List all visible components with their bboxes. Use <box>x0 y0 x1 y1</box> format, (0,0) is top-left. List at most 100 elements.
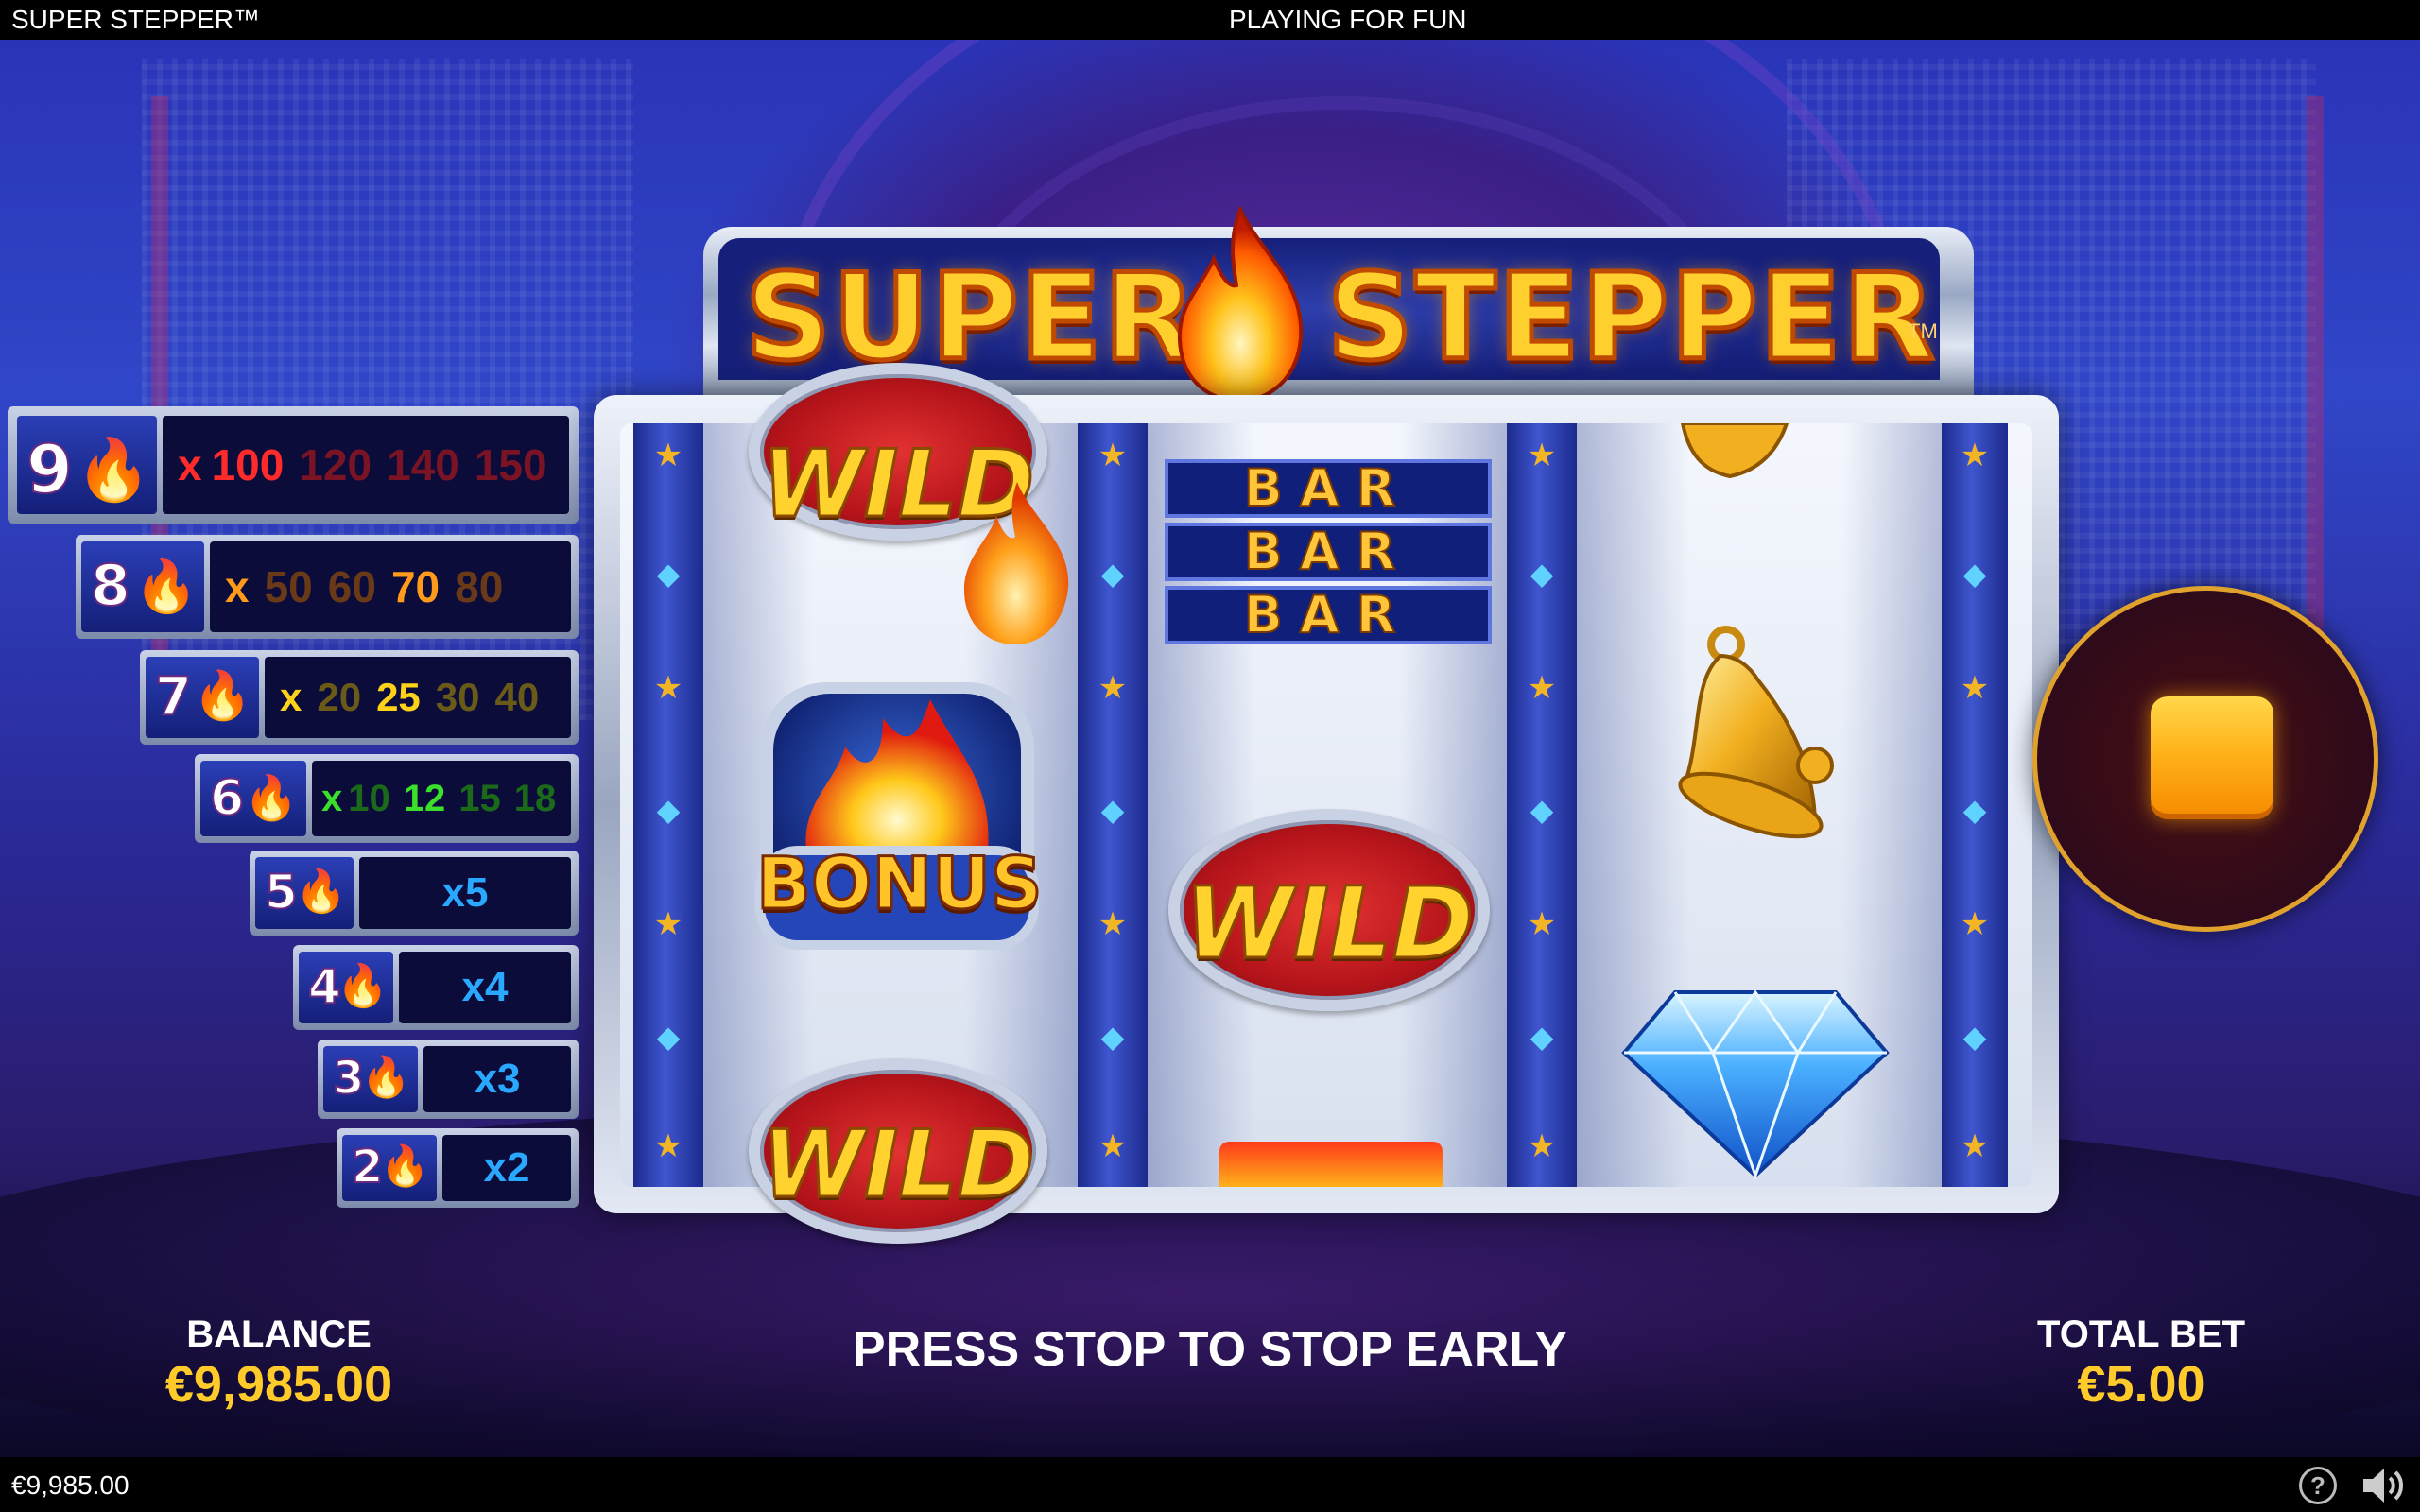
status-message: PRESS STOP TO STOP EARLY <box>852 1322 1568 1377</box>
gem-icon: ◆ <box>1962 793 1987 827</box>
star-icon: ★ <box>1098 670 1128 706</box>
flame-icon: 🔥 <box>244 772 299 823</box>
gem-icon: ◆ <box>1100 1020 1125 1054</box>
star-icon: ★ <box>1098 906 1128 942</box>
total-bet-label: TOTAL BET <box>2037 1314 2245 1355</box>
game-title: SUPER STEPPER™ <box>11 5 260 34</box>
gem-icon: ◆ <box>1530 793 1554 827</box>
paytable-count: 3 <box>332 1051 365 1106</box>
star-icon: ★ <box>1527 1128 1557 1164</box>
paytable-values: x3 <box>424 1046 571 1112</box>
wild-symbol-label: WILD <box>1183 865 1475 983</box>
paytable-row-9: 9 🔥 x 100 120 140 150 <box>8 406 579 524</box>
paytable-count: 7 <box>154 665 193 729</box>
paytable-count: 6 <box>209 769 245 828</box>
paytable-multiplier: x5 <box>441 869 489 916</box>
paytable-prefix: x <box>225 562 250 611</box>
reel-divider: ★ ◆ ★ ◆ ★ ◆ ★ <box>633 423 703 1187</box>
paytable-row-2: 2 🔥 x2 <box>337 1128 579 1208</box>
paytable-row-4: 4 🔥 x4 <box>293 945 579 1030</box>
paytable-value: 10 <box>348 777 390 819</box>
paytable-value: 18 <box>513 777 557 819</box>
paytable-prefix: x <box>280 675 302 719</box>
paytable-value: 80 <box>455 562 504 611</box>
bar-label: BAR <box>1165 459 1492 518</box>
paytable-value: 40 <box>494 675 540 719</box>
paytable-count: 9 <box>26 430 74 509</box>
paytable-value: 50 <box>264 562 313 611</box>
sound-icon[interactable] <box>2360 1465 2407 1506</box>
paytable-values: x 100 120 140 150 <box>163 416 569 514</box>
paytable-values: x 50 60 70 80 <box>210 541 571 632</box>
wild-symbol: WILD <box>749 1058 1047 1244</box>
paytable-values: x5 <box>359 857 571 929</box>
bell-icon <box>1678 626 1834 839</box>
gem-icon: ◆ <box>656 1020 681 1054</box>
gem-icon: ◆ <box>1530 1020 1554 1054</box>
reel-divider: ★ ◆ ★ ◆ ★ ◆ ★ <box>1507 423 1577 1187</box>
paytable-count: 2 <box>351 1140 384 1194</box>
flame-icon: 🔥 <box>76 436 151 506</box>
gem-icon: ◆ <box>1100 557 1125 591</box>
triple-bar-symbol: BAR BAR BAR <box>1165 459 1492 648</box>
bottom-bar: €9,985.00 ? <box>0 1457 2420 1512</box>
paytable-values: x2 <box>442 1135 571 1201</box>
star-icon: ★ <box>1960 670 1990 706</box>
logo-trademark: TM <box>1908 319 1938 343</box>
paytable-value: 150 <box>474 440 547 490</box>
partial-symbol <box>1219 1142 1443 1187</box>
reel-divider: ★ ◆ ★ ◆ ★ ◆ ★ <box>1078 423 1148 1187</box>
diamond-icon <box>1621 989 1890 1180</box>
bar-label: BAR <box>1165 523 1492 581</box>
star-icon: ★ <box>653 438 683 473</box>
paytable-value: 20 <box>317 675 362 719</box>
stop-button[interactable] <box>2032 586 2378 932</box>
flame-icon: 🔥 <box>337 962 389 1010</box>
paytable-values: x4 <box>399 952 571 1023</box>
total-bet-value: €5.00 <box>2077 1356 2205 1413</box>
paytable-value: 70 <box>390 562 441 611</box>
top-bar: SUPER STEPPER™ PLAYING FOR FUN <box>0 0 2420 40</box>
play-mode-label: PLAYING FOR FUN <box>1229 5 1467 34</box>
logo-word-super: SUPER <box>743 246 1199 389</box>
bonus-symbol-label: BONUS <box>755 840 1045 927</box>
paytable-value: 25 <box>376 675 421 719</box>
paytable-row-3: 3 🔥 x3 <box>318 1040 579 1119</box>
paytable-values: x 10 12 15 18 <box>312 761 571 836</box>
paytable-row-6: 6 🔥 x 10 12 15 18 <box>195 754 579 843</box>
star-icon: ★ <box>1527 438 1557 473</box>
paytable-value: 30 <box>435 675 480 719</box>
flame-icon: 🔥 <box>134 557 199 616</box>
flame-icon: 🔥 <box>361 1054 411 1100</box>
flame-icon <box>964 482 1069 644</box>
star-icon: ★ <box>1960 1128 1990 1164</box>
paytable-row-5: 5 🔥 x5 <box>250 850 579 936</box>
gem-icon: ◆ <box>1962 1020 1987 1054</box>
reel-divider: ★ ◆ ★ ◆ ★ ◆ ★ <box>1942 423 2008 1187</box>
balance-value: €9,985.00 <box>164 1356 393 1413</box>
background-stripe <box>2307 96 2324 682</box>
paytable-value: 120 <box>299 440 372 490</box>
logo-word-stepper: STEPPER <box>1325 246 1938 389</box>
flame-icon: 🔥 <box>380 1143 430 1189</box>
paytable-value: 60 <box>327 562 376 611</box>
paytable-value: 15 <box>458 777 501 819</box>
star-icon: ★ <box>653 906 683 942</box>
gem-icon: ◆ <box>1962 557 1987 591</box>
gem-icon: ◆ <box>656 557 681 591</box>
paytable-row-7: 7 🔥 x 20 25 30 40 <box>140 650 579 745</box>
star-icon: ★ <box>653 1128 683 1164</box>
paytable-count: 8 <box>90 552 131 620</box>
paytable-multiplier: x3 <box>474 1056 521 1102</box>
bar-label: BAR <box>1165 586 1492 644</box>
wild-symbol: WILD <box>1168 809 1490 1011</box>
star-icon: ★ <box>1098 1128 1128 1164</box>
balance-label: BALANCE <box>186 1314 372 1355</box>
paytable-value: 100 <box>211 440 285 490</box>
gem-icon: ◆ <box>1100 793 1125 827</box>
gem-icon: ◆ <box>656 793 681 827</box>
help-icon[interactable]: ? <box>2299 1467 2337 1504</box>
star-icon: ★ <box>1960 906 1990 942</box>
star-icon: ★ <box>1527 670 1557 706</box>
gem-icon: ◆ <box>1530 557 1554 591</box>
